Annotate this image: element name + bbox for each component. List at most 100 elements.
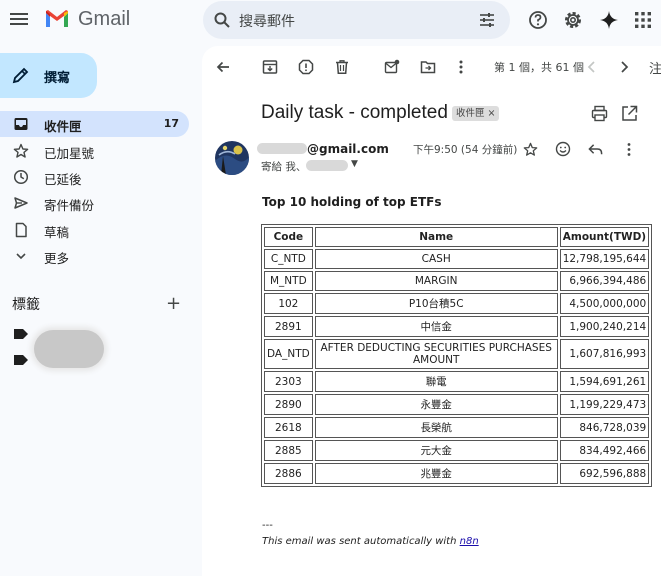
cell-name: P10台積5C — [314, 293, 558, 314]
sidebar-item-starred[interactable]: 已加星號 — [0, 138, 189, 164]
newer-chevron-left-icon[interactable] — [584, 59, 600, 75]
cell-code: 2303 — [264, 371, 313, 392]
table-header-row: Code Name Amount(TWD) — [264, 227, 650, 247]
chevron-down-icon — [16, 253, 26, 260]
automation-footer-note: This email was sent automatically with n… — [262, 536, 479, 547]
table-row: 102 P10台積5C 4,500,000,000 — [264, 293, 650, 314]
search-icon[interactable] — [213, 11, 231, 29]
label-tag-icon[interactable] — [14, 355, 28, 365]
search-input[interactable]: 搜尋郵件 — [239, 11, 295, 31]
etf-holdings-table: Code Name Amount(TWD) C_NTD CASH 12,798,19… — [261, 224, 653, 487]
reply-arrow-icon[interactable] — [588, 142, 603, 157]
add-label-button[interactable]: + — [166, 293, 181, 314]
search-bar[interactable]: 搜尋郵件 — [203, 1, 510, 39]
table-row: 2886 兆豐金 692,596,888 — [264, 463, 650, 484]
brand-name[interactable]: Gmail — [78, 8, 130, 31]
sidebar-item-inbox[interactable]: 收件匣 17 — [0, 111, 189, 137]
sidebar-item-snoozed[interactable]: 已延後 — [0, 164, 189, 190]
table-row: C_NTD CASH 12,798,195,644 — [264, 249, 650, 269]
cell-amount: 1,900,240,214 — [559, 316, 650, 337]
table-row: 2618 長榮航 846,728,039 — [264, 417, 650, 438]
sidebar-item-label: 已延後 — [44, 172, 82, 187]
cell-code: M_NTD — [264, 271, 313, 291]
cell-code: 2891 — [264, 316, 313, 337]
cell-code: 2886 — [264, 463, 313, 484]
email-timestamp: 下午9:50 (54 分鐘前) — [413, 144, 518, 156]
help-icon[interactable] — [528, 10, 548, 30]
cell-code: DA_NTD — [264, 339, 313, 369]
compose-button[interactable]: 撰寫 — [0, 53, 97, 98]
cell-amount: 4,500,000,000 — [559, 293, 650, 314]
apps-grid-icon[interactable] — [633, 10, 653, 30]
sender-avatar[interactable] — [215, 141, 249, 175]
inbox-label-chip[interactable]: 收件匣 × — [452, 106, 500, 121]
send-icon — [14, 197, 28, 209]
back-arrow-icon[interactable] — [215, 59, 231, 75]
cell-code: 2618 — [264, 417, 313, 438]
star-icon — [13, 143, 29, 158]
sidebar-item-label: 更多 — [44, 251, 70, 266]
column-header-code: Code — [264, 227, 313, 247]
delete-trash-icon[interactable] — [334, 59, 350, 75]
cell-name: 長榮航 — [314, 417, 558, 438]
label-tag-icon[interactable] — [14, 329, 28, 339]
cell-name: 中信金 — [314, 316, 558, 337]
sidebar-item-label: 已加星號 — [44, 146, 95, 161]
redacted-sender-name — [257, 143, 307, 154]
email-body-heading: Top 10 holding of top ETFs — [262, 195, 442, 209]
emoji-reaction-icon[interactable] — [555, 141, 571, 157]
archive-icon[interactable] — [262, 59, 278, 75]
open-in-new-window-icon[interactable] — [621, 105, 638, 122]
recipients-prefix: 寄給 我、 — [261, 161, 307, 173]
table-row: 2885 元大金 834,492,466 — [264, 440, 650, 461]
cell-amount: 1,594,691,261 — [559, 371, 650, 392]
cell-name: 永豐金 — [314, 394, 558, 415]
sidebar-item-label: 收件匣 — [44, 119, 82, 134]
cell-name: AFTER DEDUCTING SECURITIES PURCHASES AMO… — [314, 339, 558, 369]
move-to-folder-icon[interactable] — [420, 59, 436, 75]
column-header-name: Name — [314, 227, 558, 247]
recipient-details-dropdown-icon[interactable]: ▼ — [351, 159, 358, 169]
cell-name: 兆豐金 — [314, 463, 558, 484]
cell-amount: 834,492,466 — [559, 440, 650, 461]
sidebar-item-label: 草稿 — [44, 225, 70, 240]
cell-amount: 6,966,394,486 — [559, 271, 650, 291]
table-row: 2891 中信金 1,900,240,214 — [264, 316, 650, 337]
clock-icon — [13, 169, 29, 185]
sidebar-item-more[interactable]: 更多 — [0, 243, 189, 269]
settings-gear-icon[interactable] — [563, 10, 583, 30]
cell-amount: 1,607,816,993 — [559, 339, 650, 369]
gemini-sparkle-icon[interactable] — [599, 10, 619, 30]
more-vert-icon[interactable] — [622, 142, 636, 157]
signature-separator: --- — [262, 520, 273, 531]
gmail-logo-icon — [46, 10, 68, 27]
star-icon[interactable] — [523, 142, 538, 157]
compose-label: 撰寫 — [44, 71, 71, 86]
mark-unread-icon[interactable] — [384, 59, 400, 75]
cell-name: MARGIN — [314, 271, 558, 291]
pencil-icon — [12, 67, 29, 84]
cell-name: 元大金 — [314, 440, 558, 461]
sender-email[interactable]: @gmail.com — [307, 142, 389, 156]
cell-code: 2885 — [264, 440, 313, 461]
top-bar: Gmail 搜尋郵件 — [0, 0, 661, 44]
table-row: 2303 聯電 1,594,691,261 — [264, 371, 650, 392]
sidebar-item-drafts[interactable]: 草稿 — [0, 217, 189, 243]
column-header-amount: Amount(TWD) — [559, 227, 650, 247]
cell-amount: 1,199,229,473 — [559, 394, 650, 415]
toolbar-cut-off-text: 注 — [649, 62, 661, 77]
footer-text: This email was sent automatically with — [262, 536, 460, 547]
search-options-icon[interactable] — [478, 11, 496, 29]
cell-amount: 12,798,195,644 — [559, 249, 650, 269]
cell-name: CASH — [314, 249, 558, 269]
sidebar-item-sent[interactable]: 寄件備份 — [0, 190, 189, 216]
report-spam-icon[interactable] — [298, 59, 314, 75]
main-menu-icon[interactable] — [10, 8, 32, 30]
older-chevron-right-icon[interactable] — [616, 59, 632, 75]
unread-count: 17 — [163, 117, 179, 130]
n8n-link[interactable]: n8n — [460, 536, 479, 547]
more-vert-icon[interactable] — [453, 59, 469, 75]
labels-heading: 標籤 — [12, 297, 40, 313]
cell-amount: 692,596,888 — [559, 463, 650, 484]
print-icon[interactable] — [591, 105, 608, 122]
